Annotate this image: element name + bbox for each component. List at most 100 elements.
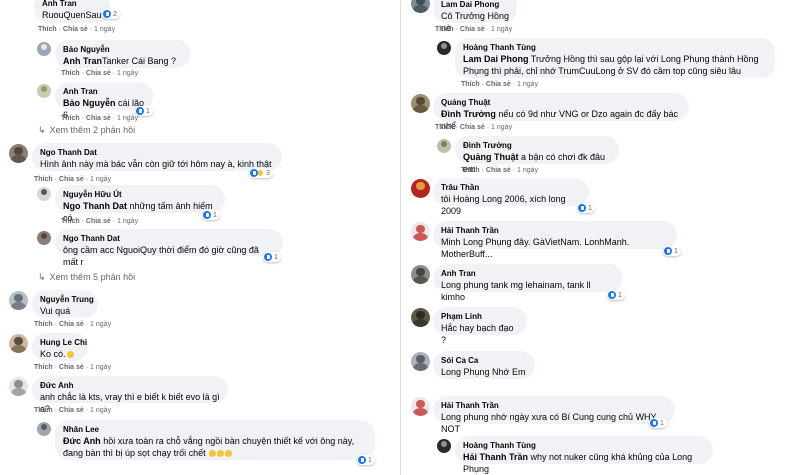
reaction-count[interactable]: 1 — [357, 455, 375, 465]
reaction-count[interactable]: 1 — [649, 418, 667, 428]
comment-author[interactable]: Anh Tran — [42, 0, 102, 9]
like-reaction-icon — [650, 419, 658, 427]
laughing-emoji-icon — [209, 450, 217, 457]
like-button[interactable]: Thích — [461, 167, 480, 174]
like-button[interactable]: Thích — [61, 70, 80, 77]
comment-bubble: Lam Dai Phong Cô Trưởng Hồng nè — [433, 0, 517, 33]
comment-bubble: Bảo Nguyễn Anh TranTanker Cái Bang ? — [55, 40, 191, 68]
avatar[interactable] — [9, 144, 28, 163]
timestamp: 1 ngày — [90, 176, 112, 183]
share-button[interactable]: Chia sẻ — [63, 26, 88, 33]
comment-author[interactable]: Lam Dai Phong — [441, 0, 509, 10]
avatar[interactable] — [437, 139, 451, 153]
like-button[interactable]: Thích — [34, 407, 53, 414]
comment-author[interactable]: Hoàng Thanh Tùng — [463, 42, 767, 53]
timestamp: 1 ngày — [117, 218, 139, 225]
like-button[interactable]: Thích — [34, 321, 53, 328]
avatar[interactable] — [37, 187, 51, 201]
like-reaction-icon — [664, 247, 672, 255]
mention-tag[interactable]: Lam Dai Phong — [463, 54, 529, 64]
mention-tag[interactable]: Đình Trưởng — [441, 109, 496, 119]
avatar[interactable] — [9, 334, 28, 353]
avatar[interactable] — [37, 422, 51, 436]
share-button[interactable]: Chia sẻ — [86, 70, 111, 77]
avatar[interactable] — [437, 41, 451, 55]
comment-author[interactable]: Đình Trưởng — [463, 140, 611, 151]
comment-author[interactable]: Ngo Thanh Dat — [40, 147, 274, 158]
left-comment-column: Anh Tran RuouQuenSau 2 Thích · Chia sẻ ·… — [0, 0, 400, 475]
avatar[interactable] — [9, 377, 28, 396]
comment-author[interactable]: Trâu Thần — [441, 182, 581, 193]
avatar[interactable] — [411, 222, 430, 241]
reaction-count[interactable]: 3 — [249, 168, 273, 178]
share-button[interactable]: Chia sẻ — [460, 124, 485, 131]
reaction-count[interactable]: 1 — [263, 252, 281, 262]
share-button[interactable]: Chia sẻ — [59, 407, 84, 414]
mention-tag[interactable]: Đức Anh — [63, 436, 101, 446]
mention-tag[interactable]: Bảo Nguyễn — [63, 98, 116, 108]
reaction-count[interactable]: 1 — [577, 203, 595, 213]
like-reaction-icon — [103, 10, 111, 18]
comment-author[interactable]: Quảng Thuật — [441, 97, 681, 108]
avatar[interactable] — [411, 94, 430, 113]
reaction-count[interactable]: 1 — [663, 246, 681, 256]
comment-text: Đức Anh hồi xưa toàn ra chỗ vắng ngồi bà… — [63, 436, 355, 458]
comment-author[interactable]: Anh Tran — [441, 268, 615, 279]
mention-tag[interactable]: Ngo Thanh Dat — [63, 201, 127, 211]
comment-author[interactable]: Hải Thanh Trần — [441, 400, 667, 411]
comment-author[interactable]: Phạm Linh — [441, 311, 519, 322]
avatar[interactable] — [411, 179, 430, 198]
comment-bubble: Hung Le Chi Ko có. — [32, 333, 88, 361]
comment-author[interactable]: Nhân Lee — [63, 424, 367, 435]
share-button[interactable]: Chia sẻ — [86, 115, 111, 122]
comment-actions: Thích · Chia sẻ · 1 ngày — [435, 124, 513, 131]
like-button[interactable]: Thích — [34, 364, 53, 371]
comment-bubble: Anh Tran Long phung tank mg lehainam, ta… — [433, 264, 623, 302]
share-button[interactable]: Chia sẻ — [460, 26, 485, 33]
comment-author[interactable]: Đức Anh — [40, 380, 220, 391]
comment-author[interactable]: Hải Thanh Trần — [441, 225, 669, 236]
avatar[interactable] — [411, 308, 430, 327]
comment-author[interactable]: Nguyễn Trung — [40, 294, 94, 305]
like-button[interactable]: Thích — [435, 26, 454, 33]
comment-author[interactable]: Hung Le Chi — [40, 337, 87, 348]
like-button[interactable]: Thích — [61, 115, 80, 122]
avatar[interactable] — [411, 265, 430, 284]
timestamp: 1 ngày — [491, 26, 513, 33]
comment-author[interactable]: Sói Ca Ca — [441, 355, 527, 366]
reaction-count[interactable]: 1 — [202, 210, 220, 220]
share-button[interactable]: Chia sẻ — [59, 321, 84, 328]
comment-author[interactable]: Ngo Thanh Dat — [63, 233, 275, 244]
comment-author[interactable]: Bảo Nguyễn — [63, 44, 183, 55]
like-button[interactable]: Thích — [34, 176, 53, 183]
view-more-replies[interactable]: ↳ Xem thêm 2 phản hồi — [38, 125, 135, 136]
like-button[interactable]: Thích — [435, 124, 454, 131]
share-button[interactable]: Chia sẻ — [486, 81, 511, 88]
avatar[interactable] — [437, 439, 451, 453]
comment-author[interactable]: Nguyễn Hữu Út — [63, 189, 217, 200]
avatar[interactable] — [411, 0, 430, 13]
mention-tag[interactable]: Hải Thanh Trần — [463, 452, 528, 462]
share-button[interactable]: Chia sẻ — [59, 364, 84, 371]
share-button[interactable]: Chia sẻ — [486, 167, 511, 174]
avatar[interactable] — [9, 291, 28, 310]
share-button[interactable]: Chia sẻ — [86, 218, 111, 225]
avatar[interactable] — [411, 397, 430, 416]
like-button[interactable]: Thích — [38, 26, 57, 33]
avatar[interactable] — [411, 352, 430, 371]
reaction-count[interactable]: 1 — [607, 290, 625, 300]
view-more-replies[interactable]: ↳ Xem thêm 5 phản hồi — [38, 272, 135, 283]
avatar[interactable] — [37, 42, 51, 56]
like-button[interactable]: Thích — [461, 81, 480, 88]
share-button[interactable]: Chia sẻ — [59, 176, 84, 183]
mention-tag[interactable]: Anh Tran — [63, 56, 102, 66]
timestamp: 1 ngày — [90, 321, 112, 328]
comment-actions: Thích · Chia sẻ · 1 ngày — [34, 321, 112, 328]
reaction-count[interactable]: 2 — [102, 9, 120, 19]
like-button[interactable]: Thích — [61, 218, 80, 225]
avatar[interactable] — [37, 231, 51, 245]
comment-author[interactable]: Hoàng Thanh Tùng — [463, 440, 705, 451]
avatar[interactable] — [37, 84, 51, 98]
mention-tag[interactable]: Quảng Thuật — [463, 152, 519, 162]
comment-author[interactable]: Anh Tran — [63, 86, 145, 97]
